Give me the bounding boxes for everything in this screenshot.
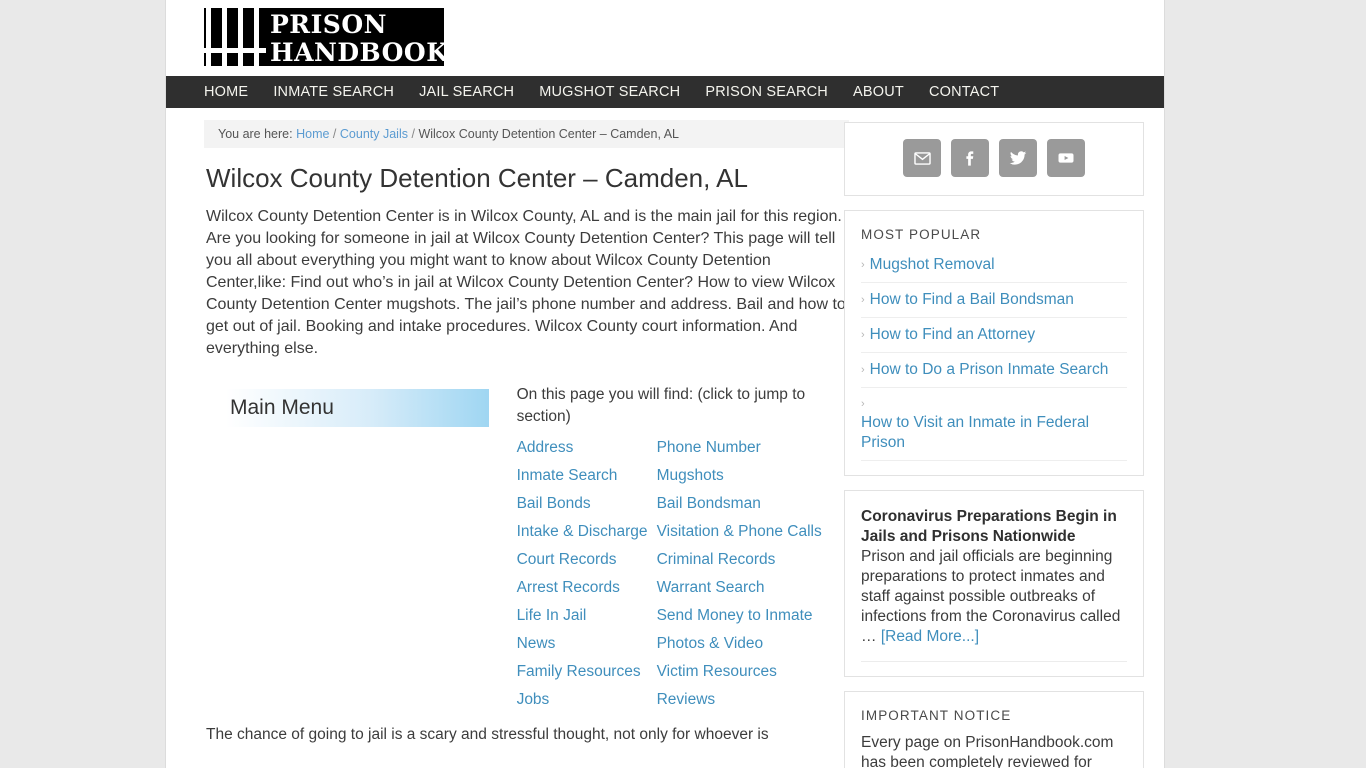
jump-link-criminal-records[interactable]: Criminal Records xyxy=(657,546,826,574)
social-icon-row xyxy=(845,139,1143,177)
chevron-right-icon: › xyxy=(861,364,865,376)
site-header: PRISON HANDBOOK xyxy=(166,0,1164,76)
jump-link-mugshots[interactable]: Mugshots xyxy=(657,462,826,490)
jump-link-bail-bondsman[interactable]: Bail Bondsman xyxy=(657,490,826,518)
nav-item-mugshot-search[interactable]: MUGSHOT SEARCH xyxy=(539,84,680,100)
content-wrapper: You are here: Home / County Jails / Wilc… xyxy=(166,108,1164,768)
breadcrumb-link-county-jails[interactable]: County Jails xyxy=(340,127,408,141)
email-icon[interactable] xyxy=(903,139,941,177)
page-title: Wilcox County Detention Center – Camden,… xyxy=(206,163,748,193)
youtube-icon[interactable] xyxy=(1047,139,1085,177)
jump-section: Main Menu On this page you will find: (c… xyxy=(204,384,826,714)
featured-post-title[interactable]: Coronavirus Preparations Begin in Jails … xyxy=(861,507,1127,547)
chevron-right-icon: › xyxy=(861,259,865,271)
main-menu-box[interactable]: Main Menu xyxy=(226,389,489,427)
jump-links-grid: Address Phone Number Inmate Search Mugsh… xyxy=(517,434,826,714)
jump-link-life-in-jail[interactable]: Life In Jail xyxy=(517,602,655,630)
list-item: › How to Do a Prison Inmate Search xyxy=(861,353,1127,388)
popular-link-visit-inmate-federal-prison[interactable]: How to Visit an Inmate in Federal Prison xyxy=(861,413,1127,453)
nav-item-about[interactable]: ABOUT xyxy=(853,84,904,100)
jump-link-jobs[interactable]: Jobs xyxy=(517,686,655,714)
page-root: PRISON HANDBOOK HOME INMATE SEARCH JAIL … xyxy=(0,0,1366,768)
jump-link-phone-number[interactable]: Phone Number xyxy=(657,434,826,462)
read-more-link[interactable]: [Read More...] xyxy=(881,628,979,645)
chevron-right-icon: › xyxy=(861,329,865,341)
facebook-icon[interactable] xyxy=(951,139,989,177)
breadcrumb-prefix: You are here: xyxy=(218,127,293,141)
important-notice-title: Important Notice xyxy=(861,708,1012,723)
popular-link-find-attorney[interactable]: How to Find an Attorney xyxy=(870,325,1035,345)
prison-bars-icon xyxy=(204,8,266,66)
nav-item-jail-search[interactable]: JAIL SEARCH xyxy=(419,84,514,100)
jump-link-court-records[interactable]: Court Records xyxy=(517,546,655,574)
breadcrumb-separator-1: / xyxy=(332,127,337,141)
nav-item-contact[interactable]: CONTACT xyxy=(929,84,999,100)
nav-item-home[interactable]: HOME xyxy=(204,84,248,100)
list-item: › How to Visit an Inmate in Federal Priso… xyxy=(861,388,1127,461)
breadcrumb: You are here: Home / County Jails / Wilc… xyxy=(204,120,849,148)
jump-link-reviews[interactable]: Reviews xyxy=(657,686,826,714)
jump-link-warrant-search[interactable]: Warrant Search xyxy=(657,574,826,602)
jump-intro-text: On this page you will find: (click to ju… xyxy=(516,386,806,425)
jump-link-visitation-phone-calls[interactable]: Visitation & Phone Calls xyxy=(657,518,826,546)
primary-navigation: HOME INMATE SEARCH JAIL SEARCH MUGSHOT S… xyxy=(166,76,1164,108)
most-popular-list: › Mugshot Removal › How to Find a Bail Bon… xyxy=(861,248,1127,461)
jump-link-intake-discharge[interactable]: Intake & Discharge xyxy=(517,518,655,546)
main-menu-label: Main Menu xyxy=(230,396,334,419)
logo-text: PRISON HANDBOOK xyxy=(270,12,444,65)
breadcrumb-current: Wilcox County Detention Center – Camden,… xyxy=(418,127,679,141)
popular-link-mugshot-removal[interactable]: Mugshot Removal xyxy=(870,255,995,275)
divider xyxy=(861,661,1127,662)
logo-line-2: HANDBOOK xyxy=(270,38,444,66)
jump-link-victim-resources[interactable]: Victim Resources xyxy=(657,658,826,686)
site-logo[interactable]: PRISON HANDBOOK xyxy=(204,8,444,66)
list-item: › How to Find a Bail Bondsman xyxy=(861,283,1127,318)
jump-link-family-resources[interactable]: Family Resources xyxy=(517,658,655,686)
popular-link-prison-inmate-search[interactable]: How to Do a Prison Inmate Search xyxy=(870,360,1109,380)
breadcrumb-separator-2: / xyxy=(411,127,415,141)
featured-post-excerpt: Prison and jail officials are beginning … xyxy=(861,547,1127,647)
featured-post-widget: Coronavirus Preparations Begin in Jails … xyxy=(844,490,1144,677)
nav-item-inmate-search[interactable]: INMATE SEARCH xyxy=(273,84,394,100)
popular-link-find-bail-bondsman[interactable]: How to Find a Bail Bondsman xyxy=(870,290,1074,310)
main-content: You are here: Home / County Jails / Wilc… xyxy=(166,108,849,746)
list-item: › Mugshot Removal xyxy=(861,248,1127,283)
social-widget xyxy=(844,122,1144,196)
important-notice-widget: Important Notice Every page on PrisonHan… xyxy=(844,691,1144,768)
nav-item-prison-search[interactable]: PRISON SEARCH xyxy=(705,84,828,100)
intro-paragraph: Wilcox County Detention Center is in Wil… xyxy=(206,208,846,357)
chevron-right-icon: › xyxy=(861,398,865,410)
chevron-right-icon: › xyxy=(861,294,865,306)
jump-link-news[interactable]: News xyxy=(517,630,655,658)
list-item: › How to Find an Attorney xyxy=(861,318,1127,353)
most-popular-widget: Most Popular › Mugshot Removal › How to Fi… xyxy=(844,210,1144,476)
trailing-paragraph: The chance of going to jail is a scary a… xyxy=(206,726,769,743)
logo-line-1: PRISON xyxy=(270,10,387,39)
jump-link-bail-bonds[interactable]: Bail Bonds xyxy=(517,490,655,518)
breadcrumb-link-home[interactable]: Home xyxy=(296,127,329,141)
jump-link-inmate-search[interactable]: Inmate Search xyxy=(517,462,655,490)
important-notice-body: Every page on PrisonHandbook.com has bee… xyxy=(861,734,1114,768)
jump-link-address[interactable]: Address xyxy=(517,434,655,462)
sidebar: Most Popular › Mugshot Removal › How to Fi… xyxy=(826,108,1164,768)
most-popular-title: Most Popular xyxy=(861,227,982,242)
jump-links-column: On this page you will find: (click to ju… xyxy=(517,384,826,714)
site-container: PRISON HANDBOOK HOME INMATE SEARCH JAIL … xyxy=(165,0,1165,768)
twitter-icon[interactable] xyxy=(999,139,1037,177)
jump-link-send-money-to-inmate[interactable]: Send Money to Inmate xyxy=(657,602,826,630)
jump-link-arrest-records[interactable]: Arrest Records xyxy=(517,574,655,602)
jump-link-photos-video[interactable]: Photos & Video xyxy=(657,630,826,658)
